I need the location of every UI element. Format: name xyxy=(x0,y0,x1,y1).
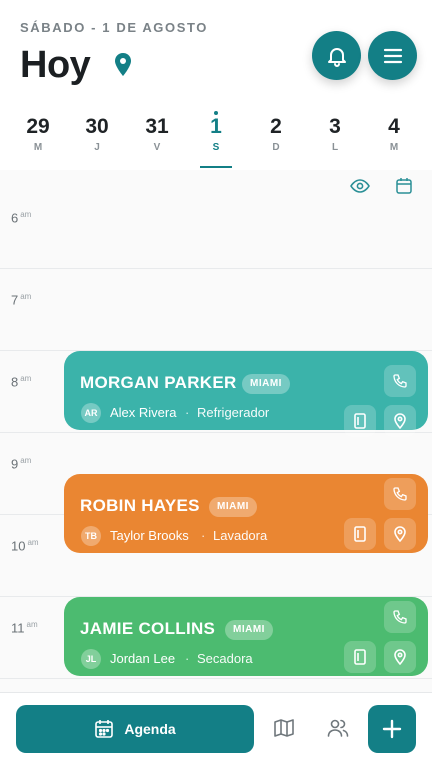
hour-label: 9 am xyxy=(11,456,32,472)
hour-label: 7 am xyxy=(11,292,32,308)
location-pin-icon xyxy=(394,649,406,665)
day-label: M xyxy=(33,142,43,153)
refrigerator-icon xyxy=(354,649,366,665)
day-item-selected[interactable]: 1 S xyxy=(196,111,236,153)
day-item[interactable]: 2 D xyxy=(256,114,296,153)
day-item[interactable]: 31 V xyxy=(137,114,177,153)
hour-label: 6 am xyxy=(11,210,32,226)
add-appointment-button[interactable] xyxy=(368,705,416,753)
day-label: J xyxy=(94,142,100,153)
phone-icon xyxy=(393,610,407,624)
technician-avatar: JL xyxy=(81,649,101,669)
appointment-card[interactable]: JAMIE COLLINS MIAMI JL Jordan Lee · Seca… xyxy=(64,597,428,676)
technician-avatar: TB xyxy=(81,526,101,546)
day-number: 1 xyxy=(210,115,222,138)
hour-row: 12pm xyxy=(0,678,432,692)
city-badge: MIAMI xyxy=(242,374,290,394)
city-badge: MIAMI xyxy=(209,497,257,517)
menu-button[interactable] xyxy=(368,31,417,80)
day-number: 31 xyxy=(145,115,169,138)
bell-icon xyxy=(327,47,346,67)
plus-icon xyxy=(382,719,402,739)
customer-name: ROBIN HAYES xyxy=(80,496,200,515)
hour-row: 6 am xyxy=(0,186,432,269)
hour-label: 10 am xyxy=(11,538,39,554)
appliance-button[interactable] xyxy=(344,641,376,673)
agenda-label: Agenda xyxy=(124,721,176,737)
directions-button[interactable] xyxy=(384,518,416,550)
appliance-button[interactable] xyxy=(344,405,376,437)
day-item[interactable]: 3 L xyxy=(315,114,355,153)
appliance-type: Refrigerador xyxy=(197,405,270,420)
appliance-button[interactable] xyxy=(344,518,376,550)
separator-dot: · xyxy=(185,651,190,666)
day-number: 3 xyxy=(329,115,341,138)
technician-name: Alex Rivera xyxy=(110,405,177,420)
customer-name: JAMIE COLLINS xyxy=(80,619,216,638)
city-badge: MIAMI xyxy=(225,620,273,640)
day-item[interactable]: 4 M xyxy=(374,114,414,153)
date-subtitle: SÁBADO - 1 DE AGOSTO xyxy=(20,20,209,35)
day-selector: 29 M 30 J 31 V 1 S 2 D 3 L 4 M xyxy=(0,110,432,170)
technician-name: Jordan Lee xyxy=(110,651,176,666)
directions-button[interactable] xyxy=(384,641,416,673)
page-title: Hoy xyxy=(20,44,91,86)
menu-icon xyxy=(383,48,402,63)
call-button[interactable] xyxy=(384,365,416,397)
hour-row: 7 am xyxy=(0,268,432,351)
notifications-button[interactable] xyxy=(312,31,361,80)
bottom-navigation: Agenda xyxy=(0,692,432,769)
day-label: L xyxy=(331,142,339,153)
call-button[interactable] xyxy=(384,478,416,510)
separator-dot: · xyxy=(185,405,190,420)
today-dot xyxy=(214,111,218,115)
day-label: M xyxy=(389,142,399,153)
day-number: 29 xyxy=(26,115,50,138)
day-label: S xyxy=(212,142,220,153)
day-number: 4 xyxy=(388,115,400,138)
appliance-type: Secadora xyxy=(197,651,253,666)
day-timeline[interactable]: 6am 7am 8am 9am 10am 11am 12pm MORGAN PA… xyxy=(0,170,432,692)
technician-name: Taylor Brooks xyxy=(110,528,189,543)
day-label: V xyxy=(153,142,161,153)
appliance-type: Lavadora xyxy=(213,528,268,543)
phone-icon xyxy=(393,487,407,501)
refrigerator-icon xyxy=(354,413,366,429)
day-number: 30 xyxy=(85,115,109,138)
hour-label: 11 am xyxy=(11,620,38,636)
map-icon[interactable] xyxy=(273,717,295,739)
day-item[interactable]: 29 M xyxy=(18,114,58,153)
refrigerator-icon xyxy=(354,526,366,542)
day-item[interactable]: 30 J xyxy=(77,114,117,153)
location-pin-icon[interactable] xyxy=(113,52,133,78)
agenda-tab-button[interactable]: Agenda xyxy=(16,705,254,753)
calendar-icon xyxy=(95,720,114,738)
hour-label: 8 am xyxy=(11,374,32,390)
customer-name: MORGAN PARKER xyxy=(80,373,237,392)
selected-day-underline xyxy=(200,166,232,168)
separator-dot: · xyxy=(201,528,206,543)
users-icon[interactable] xyxy=(327,717,349,739)
phone-icon xyxy=(393,374,407,388)
header: SÁBADO - 1 DE AGOSTO Hoy 29 M 30 J 31 V xyxy=(0,0,432,170)
location-pin-icon xyxy=(394,526,406,542)
technician-avatar: AR xyxy=(81,403,101,423)
day-label: D xyxy=(272,142,280,153)
directions-button[interactable] xyxy=(384,405,416,437)
appointment-card[interactable]: ROBIN HAYES MIAMI TB Taylor Brooks · Lav… xyxy=(64,474,428,553)
location-pin-icon xyxy=(394,413,406,429)
day-number: 2 xyxy=(270,115,282,138)
appointment-card[interactable]: MORGAN PARKER MIAMI AR Alex Rivera · Ref… xyxy=(64,351,428,437)
call-button[interactable] xyxy=(384,601,416,633)
